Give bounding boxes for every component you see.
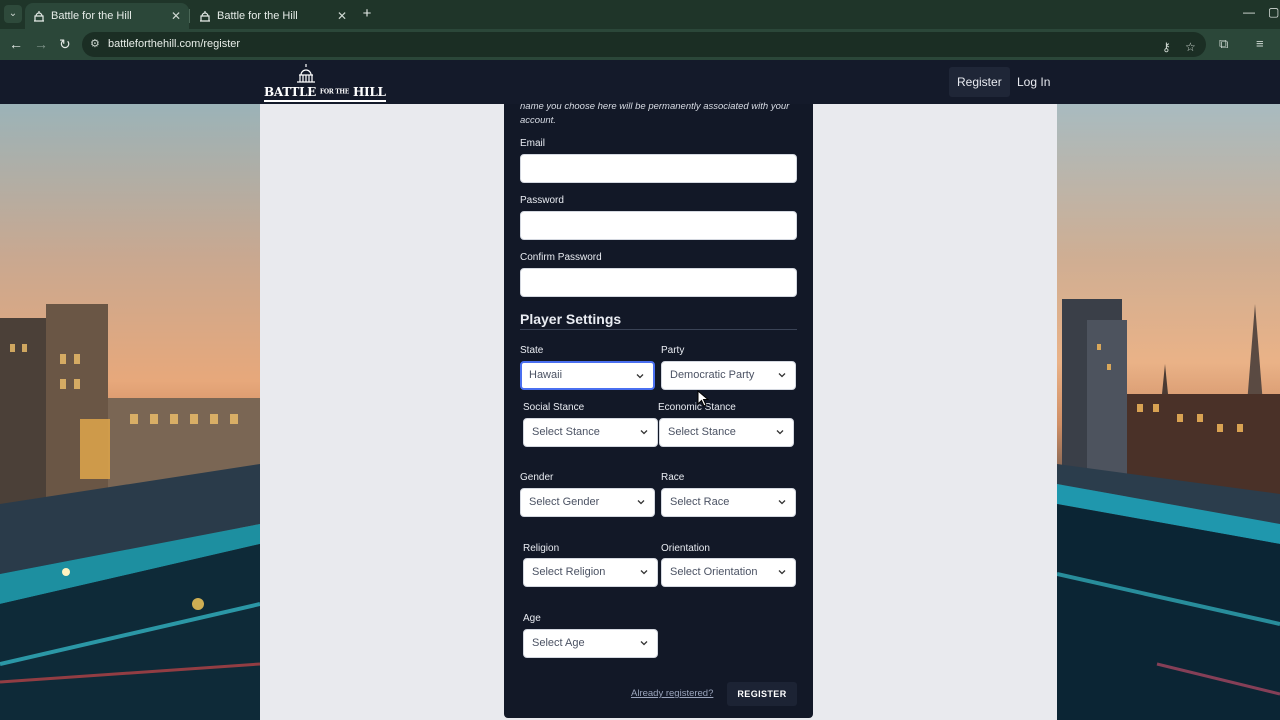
close-tab-icon[interactable]: ✕: [337, 9, 347, 23]
chevron-down-icon: [640, 641, 648, 646]
age-label: Age: [523, 613, 541, 624]
city-skyline-illustration: [0, 304, 260, 720]
site-logo[interactable]: BATTLE FOR THE HILL: [264, 64, 386, 102]
tab-divider: [189, 9, 190, 23]
chevron-down-icon: [640, 430, 648, 435]
nav-login-link[interactable]: Log In: [1009, 67, 1058, 97]
minimize-window-icon[interactable]: —: [1243, 5, 1255, 19]
capitol-favicon-icon: [34, 11, 44, 22]
state-select[interactable]: Hawaii: [520, 361, 655, 390]
gender-select-value: Select Gender: [529, 496, 600, 508]
religion-label: Religion: [523, 543, 560, 554]
age-select-value: Select Age: [532, 637, 585, 649]
new-tab-plus-icon[interactable]: +: [358, 5, 376, 23]
party-select-value: Democratic Party: [670, 369, 755, 381]
economic-stance-select[interactable]: Select Stance: [659, 418, 794, 447]
orientation-select[interactable]: Select Orientation: [661, 558, 796, 587]
maximize-window-icon[interactable]: ▢: [1268, 5, 1279, 19]
chevron-down-icon: [636, 374, 644, 379]
back-arrow-icon[interactable]: ←: [9, 36, 23, 52]
logo-wordmark: BATTLE FOR THE HILL: [264, 85, 386, 102]
forward-arrow-icon[interactable]: →: [34, 36, 48, 52]
confirm-password-field[interactable]: [520, 268, 797, 297]
password-label: Password: [520, 195, 564, 206]
race-select-value: Select Race: [670, 496, 730, 508]
registration-form: name you choose here will be permanently…: [504, 101, 813, 718]
tab-list-chevron-icon[interactable]: ⌄: [4, 5, 22, 23]
religion-select-value: Select Religion: [532, 566, 606, 578]
gender-label: Gender: [520, 472, 554, 483]
social-stance-select[interactable]: Select Stance: [523, 418, 658, 447]
state-label: State: [520, 345, 544, 356]
reload-icon[interactable]: ↻: [59, 36, 71, 52]
browser-tab-inactive[interactable]: Battle for the Hill ✕: [191, 3, 355, 29]
party-select[interactable]: Democratic Party: [661, 361, 796, 390]
background-city-photo-right: [1057, 104, 1280, 720]
nav-register-link[interactable]: Register: [949, 67, 1010, 97]
confirm-password-label: Confirm Password: [520, 252, 602, 263]
password-key-icon[interactable]: ⚷: [1162, 40, 1171, 54]
city-skyline-illustration: [1057, 299, 1280, 720]
age-select[interactable]: Select Age: [523, 629, 658, 658]
capitol-dome-icon: [297, 64, 315, 83]
email-field[interactable]: [520, 154, 797, 183]
address-bar[interactable]: ⚙ battleforthehill.com/register ⚷ ☆: [82, 32, 1206, 57]
capitol-favicon-icon: [200, 11, 210, 22]
state-select-value: Hawaii: [529, 369, 563, 381]
race-select[interactable]: Select Race: [661, 488, 796, 517]
chevron-down-icon: [637, 500, 645, 505]
party-label: Party: [661, 345, 685, 356]
chevron-down-icon: [778, 373, 786, 378]
gender-select[interactable]: Select Gender: [520, 488, 655, 517]
logo-word-battle: BATTLE: [264, 85, 317, 99]
logo-word-for-the: FOR THE: [319, 88, 350, 96]
background-city-photo-left: [0, 104, 260, 720]
already-registered-link[interactable]: Already registered?: [631, 688, 713, 699]
email-label: Email: [520, 138, 546, 149]
chevron-down-icon: [778, 570, 786, 575]
economic-stance-select-value: Select Stance: [668, 426, 736, 438]
register-button[interactable]: REGISTER: [727, 682, 797, 706]
tab-title: Battle for the Hill: [217, 10, 298, 22]
site-info-icon[interactable]: ⚙: [90, 37, 100, 50]
orientation-label: Orientation: [661, 543, 710, 554]
social-stance-label: Social Stance: [523, 402, 585, 413]
orientation-select-value: Select Orientation: [670, 566, 758, 578]
close-tab-icon[interactable]: ✕: [171, 9, 181, 23]
race-label: Race: [661, 472, 685, 483]
bookmark-star-icon[interactable]: ☆: [1185, 40, 1196, 54]
username-help-text: name you choose here will be permanently…: [520, 101, 790, 126]
browser-toolbar: ← → ↻ ⚙ battleforthehill.com/register ⚷ …: [0, 29, 1280, 60]
section-divider: [520, 329, 797, 330]
chevron-down-icon: [640, 570, 648, 575]
player-settings-heading: Player Settings: [520, 311, 622, 327]
mouse-pointer-icon: [697, 390, 709, 407]
address-url[interactable]: battleforthehill.com/register: [108, 38, 240, 50]
site-header: BATTLE FOR THE HILL Register Log In: [0, 60, 1280, 104]
password-field[interactable]: [520, 211, 797, 240]
reading-list-icon[interactable]: ≡: [1256, 36, 1264, 51]
religion-select[interactable]: Select Religion: [523, 558, 658, 587]
chevron-down-icon: [776, 430, 784, 435]
extensions-puzzle-icon[interactable]: ⧉: [1219, 36, 1228, 52]
browser-tab-active[interactable]: Battle for the Hill ✕: [25, 3, 189, 29]
browser-tab-bar: ⌄ Battle for the Hill ✕ Battle for the H…: [0, 0, 1280, 29]
logo-word-hill: HILL: [352, 85, 386, 99]
chevron-down-icon: [778, 500, 786, 505]
social-stance-select-value: Select Stance: [532, 426, 600, 438]
tab-title: Battle for the Hill: [51, 10, 132, 22]
